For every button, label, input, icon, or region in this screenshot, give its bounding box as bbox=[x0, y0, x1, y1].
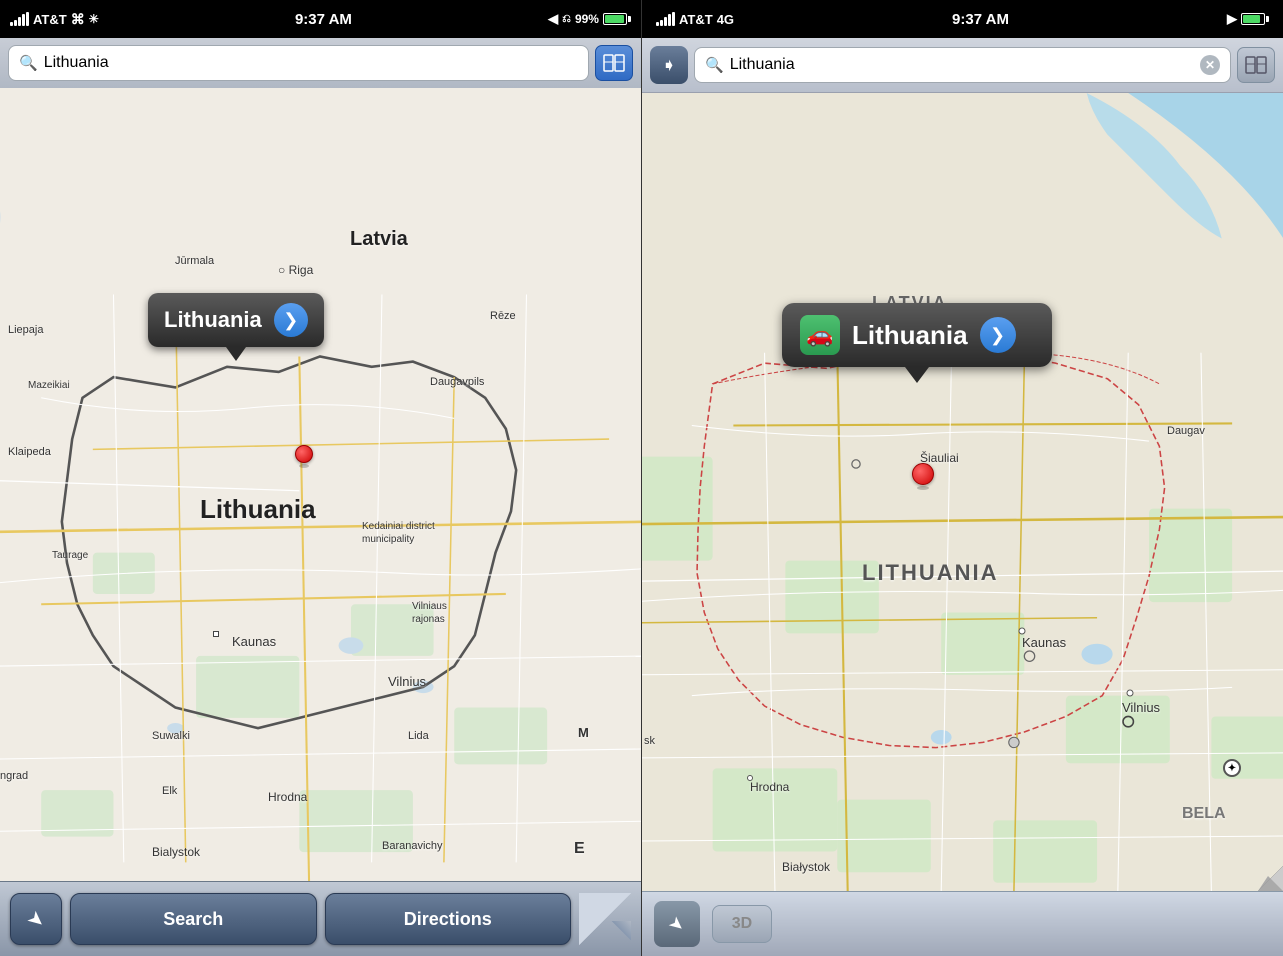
car-icon-right: 🚗 bbox=[806, 322, 833, 348]
carrier-right: AT&T bbox=[679, 12, 713, 27]
location-icon-right-btn: ➤ bbox=[664, 911, 689, 937]
search-button-left[interactable]: Search bbox=[70, 893, 317, 945]
three-d-button-right[interactable]: 3D bbox=[712, 905, 772, 943]
callout-left[interactable]: Lithuania ❯ bbox=[148, 293, 324, 347]
map-svg-left bbox=[0, 88, 641, 881]
left-status-icons: AT&T ⌘ ✳ bbox=[10, 11, 99, 28]
directions-icon-right[interactable]: ➧ bbox=[650, 46, 688, 84]
location-button-left[interactable]: ➤ bbox=[10, 893, 62, 945]
network-type-right: 4G bbox=[717, 12, 734, 27]
status-bar-right: AT&T 4G 9:37 AM ▶ bbox=[642, 0, 1283, 38]
bookmarks-button-left[interactable] bbox=[595, 45, 633, 81]
search-input-container-right[interactable]: 🔍 Lithuania ✕ bbox=[694, 47, 1231, 83]
right-panel: AT&T 4G 9:37 AM ▶ ➧ 🔍 Lithuania ✕ bbox=[642, 0, 1283, 956]
loading-icon-left: ✳ bbox=[89, 12, 99, 26]
wifi-icon-left: ⌘ bbox=[71, 11, 85, 28]
battery-percent-left: 99% bbox=[575, 12, 599, 26]
page-curl-svg-right bbox=[1233, 841, 1283, 891]
bookmarks-button-right[interactable] bbox=[1237, 47, 1275, 83]
car-icon-box-right: 🚗 bbox=[800, 315, 840, 355]
location-icon-left: ◀ bbox=[548, 11, 558, 27]
right-status-icons-left: ◀ ⎌ 99% bbox=[548, 11, 631, 27]
page-curl-button-left[interactable] bbox=[579, 893, 631, 945]
toolbar-left: ➤ Search Directions bbox=[0, 881, 641, 956]
time-left: 9:37 AM bbox=[295, 11, 352, 28]
callout-arrow-left: ❯ bbox=[274, 303, 308, 337]
search-icon-right: 🔍 bbox=[705, 56, 724, 74]
page-curl-icon bbox=[579, 893, 631, 945]
signal-bars-left bbox=[10, 12, 29, 26]
network-icon-left: ⎌ bbox=[562, 13, 571, 26]
search-bar-left: 🔍 Lithuania bbox=[0, 38, 641, 88]
circle-star-right: ✦ bbox=[1223, 759, 1241, 777]
left-panel: AT&T ⌘ ✳ 9:37 AM ◀ ⎌ 99% 🔍 Lithuania bbox=[0, 0, 641, 956]
circle-kaunas-right bbox=[1019, 628, 1026, 635]
map-left[interactable]: Latvia Jūrmala ○ Riga Jelgava Rēze Liepa… bbox=[0, 88, 641, 881]
location-icon-left-btn: ➤ bbox=[22, 904, 51, 934]
map-svg-right bbox=[642, 93, 1283, 891]
battery-left bbox=[603, 13, 631, 25]
search-icon-left: 🔍 bbox=[19, 54, 38, 72]
book-icon-right bbox=[1245, 56, 1267, 74]
toolbar-right: ➤ 3D bbox=[642, 891, 1283, 956]
pin-right bbox=[912, 463, 934, 490]
circle-hrodna-right bbox=[747, 775, 753, 781]
three-d-label-right: 3D bbox=[732, 915, 752, 933]
location-icon-right-status: ▶ bbox=[1227, 11, 1237, 27]
page-curl-right[interactable] bbox=[1233, 841, 1283, 891]
book-icon-left bbox=[603, 54, 625, 72]
circle-vilnius-right bbox=[1127, 690, 1134, 697]
battery-right bbox=[1241, 13, 1269, 25]
pin-left bbox=[295, 445, 313, 468]
callout-text-right: Lithuania bbox=[852, 320, 968, 351]
search-query-left: Lithuania bbox=[44, 54, 109, 72]
right-status-icons-right: ▶ bbox=[1227, 11, 1269, 27]
clear-icon-right: ✕ bbox=[1205, 58, 1215, 72]
signal-bars-right bbox=[656, 12, 675, 26]
callout-arrow-right: ❯ bbox=[980, 317, 1016, 353]
callout-right[interactable]: 🚗 Lithuania ❯ bbox=[782, 303, 1052, 367]
carrier-left: AT&T bbox=[33, 12, 67, 27]
circle-marker-left bbox=[213, 631, 219, 637]
status-bar-left: AT&T ⌘ ✳ 9:37 AM ◀ ⎌ 99% bbox=[0, 0, 641, 38]
search-bar-right: ➧ 🔍 Lithuania ✕ bbox=[642, 38, 1283, 93]
clear-button-right[interactable]: ✕ bbox=[1200, 55, 1220, 75]
time-right: 9:37 AM bbox=[952, 11, 1009, 28]
directions-button-label-left: Directions bbox=[404, 909, 492, 930]
callout-text-left: Lithuania bbox=[164, 307, 262, 333]
search-query-right: Lithuania bbox=[730, 56, 1194, 74]
search-button-label-left: Search bbox=[163, 909, 223, 930]
left-status-icons-right: AT&T 4G bbox=[656, 12, 734, 27]
directions-button-left[interactable]: Directions bbox=[325, 893, 572, 945]
map-right[interactable]: Baltic LATVIA Daugav Šiauliai LITHUANIA … bbox=[642, 93, 1283, 891]
location-button-right[interactable]: ➤ bbox=[654, 901, 700, 947]
search-input-container-left[interactable]: 🔍 Lithuania bbox=[8, 45, 589, 81]
